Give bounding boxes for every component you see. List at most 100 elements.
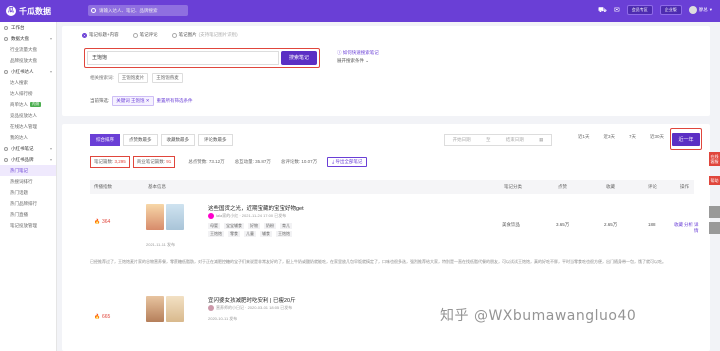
search-mode-group: 笔记标题+内容 笔记评论 笔记图片 (支持笔记图片识别) — [82, 32, 238, 38]
period-options: 近1天 近3天 7天 近30天 — [578, 134, 664, 140]
help-button[interactable]: 帮助 — [709, 176, 720, 185]
expand-conditions[interactable]: 展开搜索条件 ⌄ — [337, 57, 379, 65]
sidebar-item-7[interactable]: 商单达人 内测 — [0, 99, 56, 110]
tab-collects[interactable]: 收藏数最多 — [160, 134, 195, 146]
publish-date: 2021-11-11 发布 — [146, 242, 175, 247]
export-button[interactable]: ⤓ 导出全部笔记 — [327, 157, 368, 167]
note-tag: 辅食 — [260, 231, 272, 237]
sidebar-item-16[interactable]: 热门品牌排行 — [0, 198, 56, 209]
sidebar-item-label: 品牌投放大盘 — [10, 57, 37, 63]
sidebar-item-4[interactable]: 小红书达人 ▾ — [0, 66, 56, 77]
sidebar-item-5[interactable]: 达人搜索 — [0, 77, 56, 88]
current-filters: 当前筛选: 关键词 王饱饱 ✕ 重置所有筛选条件 — [90, 96, 193, 106]
sidebar-item-1[interactable]: 数据大盘 ▾ — [0, 33, 56, 44]
sidebar-item-15[interactable]: 热门话题 — [0, 187, 56, 198]
keyword-chip[interactable]: 王饱饱燕麦 — [152, 73, 183, 83]
sidebar-item-label: 行业流量大盘 — [10, 46, 37, 52]
sidebar-item-11[interactable]: 小红书笔记 ▾ — [0, 143, 56, 154]
tab-overall[interactable]: 综合排序 — [90, 134, 120, 146]
col-collects: 收藏 — [606, 184, 615, 189]
table-row[interactable]: 🔥 364 这些国货之光，近期宝藏的宝宝好物get lala家的小红 · 202… — [90, 200, 699, 256]
search-notes-button[interactable]: 搜索笔记 — [281, 51, 317, 65]
chevron-down-icon: ▾ — [49, 157, 52, 162]
radio-icon — [171, 32, 177, 38]
menu-icon — [4, 157, 8, 162]
menu-icon — [4, 25, 8, 30]
sidebar-item-label: 热门笔记 — [10, 167, 28, 173]
note-tag: 儿童 — [244, 231, 256, 237]
note-tag: 王饱饱 — [276, 231, 292, 237]
note-content-preview: 已经推荐过了，王饱饱麦片家的谷物营养餐，零蔗糖低脂肪，对于正在减肥控糖的宝子们来… — [90, 259, 666, 264]
note-title[interactable]: 宜闪婆女孩减肥时吃安利 | 已瘦20斤 — [208, 296, 296, 304]
filter-tag[interactable]: 关键词 王饱饱 ✕ — [112, 96, 154, 106]
mode-images[interactable]: 笔记图片 (支持笔记图片识别) — [171, 32, 238, 38]
enterprise-button[interactable]: 企业版 — [659, 5, 682, 15]
user-menu[interactable]: 廖总 ▾ — [688, 6, 712, 14]
logo-text: 千瓜数据 — [19, 6, 51, 16]
keyword-chip[interactable]: 王饱饱麦片 — [117, 73, 149, 83]
mail-icon[interactable]: ✉ — [614, 6, 620, 14]
reset-filters-link[interactable]: 重置所有筛选条件 — [157, 98, 193, 104]
sidebar-item-3[interactable]: 品牌投放大盘 — [0, 55, 56, 66]
sidebar-item-17[interactable]: 热门直播 — [0, 209, 56, 220]
image-hint: (支持笔记图片识别) — [198, 32, 238, 37]
sidebar-item-10[interactable]: 我的达人 — [0, 132, 56, 143]
tab-likes[interactable]: 点赞数最多 — [123, 134, 158, 146]
col-actions: 操作 — [680, 184, 689, 189]
note-title[interactable]: 这些国货之光，近期宝藏的宝宝好物get — [208, 204, 304, 212]
note-thumbnail[interactable] — [146, 204, 164, 230]
period-30d[interactable]: 近30天 — [650, 134, 664, 140]
sidebar-item-0[interactable]: 工作台 — [0, 22, 56, 33]
period-1y-button[interactable]: 近一年 — [672, 132, 700, 146]
period-3d[interactable]: 近3天 — [604, 134, 616, 140]
sidebar-item-12[interactable]: 小红书品牌 ▾ — [0, 154, 56, 165]
scroll-top-icon[interactable] — [709, 206, 720, 218]
note-likes: 3.65万 — [556, 222, 570, 227]
analyze-action[interactable]: 分析 — [684, 222, 693, 228]
detail-action[interactable]: 详情 — [694, 222, 699, 234]
collect-action[interactable]: 收藏 — [674, 222, 683, 228]
sort-tabs: 综合排序 点赞数最多 收藏数最多 评论数最多 — [90, 134, 233, 146]
shop-icon[interactable]: ⛟ — [598, 6, 607, 15]
global-search-placeholder: 请输入达人、笔记、品牌搜索 — [99, 7, 158, 13]
period-1d[interactable]: 近1天 — [578, 134, 590, 140]
note-tag: 奶粉 — [264, 223, 276, 229]
sidebar-item-13[interactable]: 热门笔记 — [0, 165, 56, 176]
note-thumbnail[interactable] — [166, 204, 184, 230]
feedback-icon[interactable] — [709, 222, 720, 234]
author-avatar — [208, 213, 214, 219]
vip-button[interactable]: 会员专区 — [626, 5, 653, 15]
sidebar-item-6[interactable]: 达人排行榜 — [0, 88, 56, 99]
note-thumbnail[interactable] — [146, 296, 164, 322]
sidebar-item-9[interactable]: 在线达人管理 — [0, 121, 56, 132]
sidebar-item-2[interactable]: 行业流量大盘 — [0, 44, 56, 55]
sidebar-item-18[interactable]: 笔记投放管理 — [0, 220, 56, 231]
calendar-icon: ▦ — [539, 137, 544, 142]
tab-comments[interactable]: 评论数最多 — [198, 134, 233, 146]
logo[interactable]: 瓜 千瓜数据 — [0, 6, 86, 17]
fire-icon: 🔥 — [94, 219, 101, 225]
keyword-search-box: 王饱饱 搜索笔记 — [84, 48, 320, 68]
spread-index: 364 — [102, 219, 111, 225]
search-help-link[interactable]: ⓘ 如何快速搜索笔记 — [337, 49, 379, 57]
note-thumbnail[interactable] — [166, 296, 184, 322]
sidebar-item-label: 小红书笔记 — [11, 145, 34, 151]
keyword-input[interactable]: 王饱饱 — [87, 51, 279, 65]
spread-index: 665 — [102, 314, 111, 320]
note-author[interactable]: lala家的小红 · 2021-11-24 17:00 已发布 — [208, 213, 286, 219]
mode-title-content[interactable]: 笔记标题+内容 — [82, 32, 119, 38]
sidebar-item-8[interactable]: 竞品投放达人 — [0, 110, 56, 121]
period-7d[interactable]: 7天 — [629, 134, 636, 140]
note-author[interactable]: 营养师的小日记 · 2020-03-01 18:05 已发布 — [208, 305, 292, 311]
sidebar-item-14[interactable]: 热搜词排行 — [0, 176, 56, 187]
menu-icon — [4, 36, 8, 41]
sidebar-item-label: 热门直播 — [10, 211, 28, 217]
note-comments: 188 — [648, 222, 656, 227]
note-category: 美食饮品 — [502, 222, 520, 227]
mode-comments[interactable]: 笔记评论 — [132, 32, 158, 38]
date-range-picker[interactable]: 开始日期 至 结束日期 ▦ — [444, 134, 552, 146]
sidebar-item-label: 热门品牌排行 — [10, 200, 37, 206]
online-service-button[interactable]: 在线客服 — [709, 152, 720, 166]
global-search[interactable]: 请输入达人、笔记、品牌搜索 — [88, 5, 188, 16]
sidebar-item-label: 达人搜索 — [10, 79, 28, 85]
